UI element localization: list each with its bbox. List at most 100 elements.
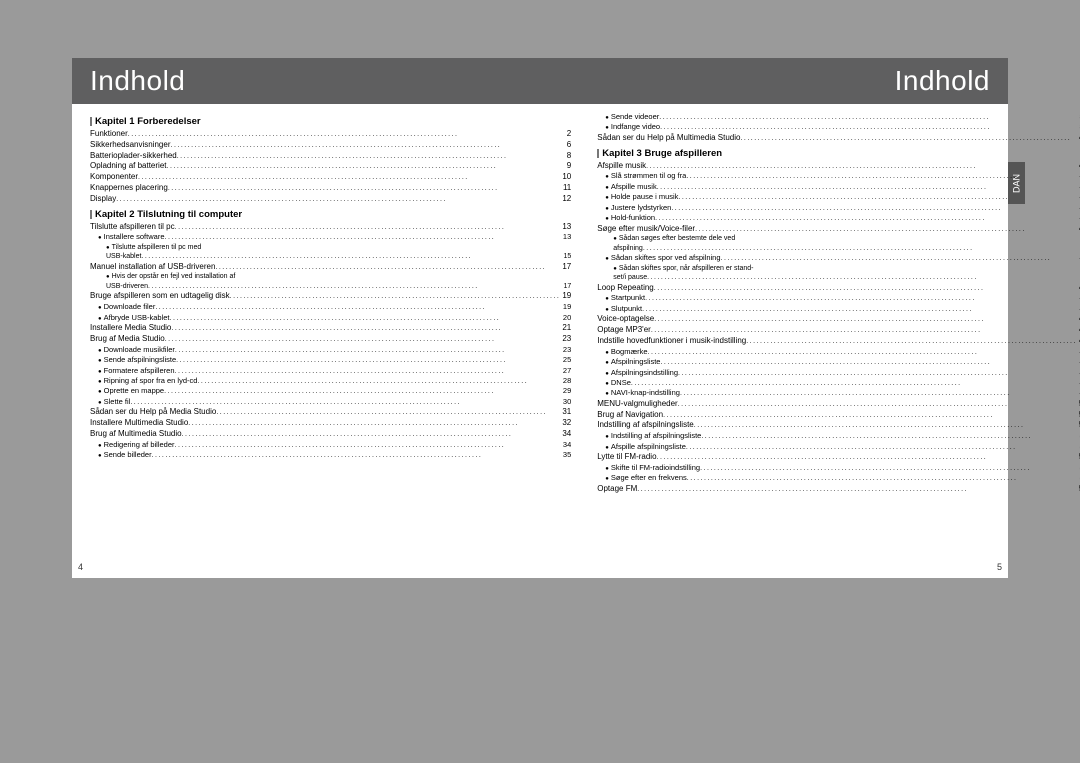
- leader-dots: [637, 485, 1077, 494]
- bullet-icon: ●: [98, 347, 102, 355]
- toc-entry: Opladning af batteriet 9: [90, 161, 571, 172]
- entry-label: Slå strømmen til og fra: [611, 171, 686, 181]
- toc-entry: ●Sende videoer37: [597, 112, 1080, 122]
- bullet-icon: ●: [98, 304, 102, 312]
- toc-entry: ●Downloade musikfiler23: [90, 345, 571, 355]
- toc-entry: ●Tilslutte afspilleren til pc med: [90, 243, 571, 252]
- bullet-icon: ●: [98, 378, 102, 386]
- bullet-icon: ●: [605, 475, 609, 483]
- entry-label: MENU-valgmuligheder: [597, 399, 677, 410]
- leader-dots: [164, 387, 561, 396]
- entry-label: Slutpunkt: [611, 304, 642, 314]
- entry-page: 13: [561, 232, 571, 242]
- entry-page: 28: [561, 376, 571, 386]
- toc-entry: Søge efter musik/Voice-filer43: [597, 224, 1080, 235]
- leader-dots: [695, 225, 1077, 234]
- bullet-icon: ●: [613, 265, 617, 273]
- leader-dots: [631, 379, 1078, 388]
- heading-bar-icon: [597, 149, 599, 158]
- leader-dots: [175, 346, 561, 355]
- entry-label: afspilning: [613, 244, 643, 253]
- heading-bar-icon: [90, 210, 92, 219]
- toc-entry: Sikkerhedsanvisninger 6: [90, 140, 571, 151]
- toc-entry: Display12: [90, 194, 571, 205]
- toc-entry: Brug af Multimedia Studio34: [90, 429, 571, 440]
- bullet-icon: ●: [106, 244, 110, 252]
- entry-label: USB-driveren: [106, 282, 148, 291]
- toc-entry: Voice-optagelse45: [597, 314, 1080, 325]
- toc-entry: ●Sådan søges efter bestemte dele ved: [597, 234, 1080, 243]
- entry-label: Sikkerhedsanvisninger: [90, 140, 171, 151]
- entry-label: Tilslutte afspilleren til pc: [90, 222, 175, 233]
- leader-dots: [660, 123, 1077, 132]
- leader-dots: [651, 326, 1077, 335]
- entry-page: 21: [560, 323, 571, 334]
- leader-dots: [165, 233, 561, 242]
- entry-label: USB-kablet: [106, 252, 141, 261]
- entry-page: 6: [565, 140, 571, 151]
- entry-page: 34: [561, 440, 571, 450]
- entry-label: Installere Multimedia Studio: [90, 418, 188, 429]
- toc-entry: Sådan ser du Help på Multimedia Studio41: [597, 133, 1080, 144]
- heading-label: Kapitel 3 Bruge afspilleren: [602, 148, 722, 159]
- toc-entry: ●Slå strømmen til og fra42: [597, 171, 1080, 181]
- entry-label: Afspille afspilningsliste: [611, 442, 686, 452]
- leader-dots: [152, 451, 561, 460]
- bullet-icon: ●: [605, 444, 609, 452]
- toc-entry: ●Afbryde USB-kablet20: [90, 313, 571, 323]
- entry-label: Justere lydstyrken: [611, 203, 671, 213]
- leader-dots: [740, 134, 1076, 143]
- entry-page: 23: [560, 334, 571, 345]
- leader-dots: [657, 183, 1078, 192]
- entry-page: 15: [561, 252, 571, 261]
- toc-entry: ●Bogmærke47: [597, 347, 1080, 357]
- entry-label: set/i pause: [613, 273, 647, 282]
- toc-entry: Batterioplader-sikkerhed8: [90, 151, 571, 162]
- entry-label: Bogmærke: [611, 347, 648, 357]
- entry-label: Sende billeder: [104, 450, 152, 460]
- entry-label: Søge efter musik/Voice-filer: [597, 224, 695, 235]
- toc-entry: Installere Multimedia Studio32: [90, 418, 571, 429]
- toc-entry: ●Downloade filer19: [90, 302, 571, 312]
- toc-entry: ●Afspille musik42: [597, 182, 1080, 192]
- bullet-icon: ●: [613, 235, 617, 243]
- heading-label: Kapitel 2 Tilslutning til computer: [95, 209, 242, 220]
- toc-entry: Loop Repeating44: [597, 283, 1080, 294]
- toc-entry: ●Holde pause i musik42: [597, 192, 1080, 202]
- toc-entry: Indstille hovedfunktioner i musik-indsti…: [597, 336, 1080, 347]
- toc-entry: ●Justere lydstyrken42: [597, 203, 1080, 213]
- toc-entry: ●Afspilningsliste47: [597, 357, 1080, 367]
- entry-label: Funktioner: [90, 129, 128, 140]
- toc-entry: USB-kablet 15: [90, 252, 571, 261]
- entry-page: 19: [560, 291, 571, 302]
- entry-label: Batterioplader-sikkerhed: [90, 151, 177, 162]
- entry-label: Brug af Navigation: [597, 410, 663, 421]
- entry-page: 9: [565, 161, 571, 172]
- bullet-icon: ●: [605, 295, 609, 303]
- entry-label: Sådan ser du Help på Media Studio: [90, 407, 216, 418]
- toc-entry: Afspille musik42: [597, 161, 1080, 172]
- entry-page: 29: [561, 386, 571, 396]
- toc-entry: Bruge afspilleren som en udtagelig disk1…: [90, 291, 571, 302]
- leader-dots: [687, 474, 1078, 483]
- entry-label: Afspilningsindstilling: [611, 368, 678, 378]
- bullet-icon: ●: [605, 255, 609, 263]
- leader-dots: [678, 193, 1077, 202]
- leader-dots: [654, 315, 1077, 324]
- entry-label: Hold-funktion: [611, 213, 655, 223]
- leader-dots: [171, 141, 565, 150]
- page-number-right: 5: [997, 562, 1002, 572]
- entry-label: Indstilling af afspilningsliste: [597, 420, 694, 431]
- bullet-icon: ●: [98, 442, 102, 450]
- toc-entry: set/i pause43: [597, 273, 1080, 282]
- entry-label: Sende videoer: [611, 112, 659, 122]
- entry-label: Opladning af batteriet: [90, 161, 167, 172]
- bullet-icon: ●: [605, 184, 609, 192]
- leader-dots: [175, 223, 561, 232]
- leader-dots: [700, 464, 1077, 473]
- toc-entry: Manuel installation af USB-driveren17: [90, 262, 571, 273]
- leader-dots: [657, 453, 1077, 462]
- entry-label: Voice-optagelse: [597, 314, 654, 325]
- entry-page: 2: [565, 129, 571, 140]
- leader-dots: [182, 430, 561, 439]
